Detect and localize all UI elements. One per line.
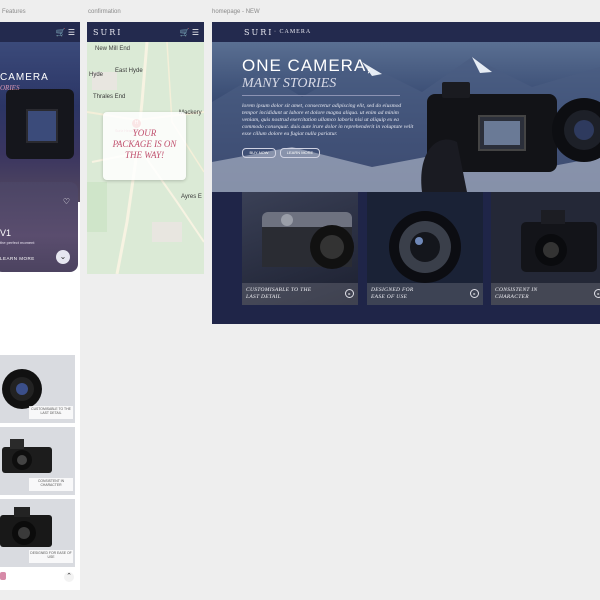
features-hero-subtitle: ORIES [0, 84, 20, 92]
map-town: New Mill End [95, 46, 131, 52]
tile-label: CONSISTENT IN [495, 287, 538, 293]
confirmation-line: PACKAGE IS ON [112, 139, 177, 149]
confirmation-line: THE WAY! [124, 150, 165, 160]
brand-logo[interactable]: SURI [244, 28, 273, 37]
feature-card[interactable]: ♡ V1 the perfect moment LEARN MORE ⌄ [0, 182, 78, 272]
features-frame: 🛒 ☰ CAMERA ORIES ♡ V1 the perfect moment … [0, 22, 80, 590]
frame-label-features: Features [2, 9, 26, 15]
confirmation-line: YOUR [132, 128, 157, 138]
arrow-right-icon[interactable]: ▸ [345, 289, 354, 298]
confirmation-navbar: SURI 🛒 ☰ [87, 22, 204, 42]
features-hero-title: CAMERA [0, 72, 49, 83]
feature-thumb-camera[interactable]: DESIGNED FOR EASE OF USE [0, 499, 75, 567]
map-town: Hyde [89, 72, 104, 78]
confirmation-card: YOUR PACKAGE IS ON THE WAY! [103, 112, 186, 180]
menu-icon[interactable]: ☰ [68, 28, 75, 37]
feature-thumb-label: CUSTOMISABLE TO THE LAST DETAIL [29, 406, 73, 419]
camera-back-image [6, 89, 74, 159]
menu-icon[interactable]: ☰ [192, 28, 199, 37]
feature-thumb-label: DESIGNED FOR EASE OF USE [29, 550, 73, 563]
tile-label: CUSTOMISABLE TO THE [246, 287, 312, 293]
tile-label: LAST DETAIL [246, 293, 282, 300]
confirmation-frame: SURI 🛒 ☰ New Mill End East Hyde Hyde Thra… [87, 22, 204, 274]
features-navbar: 🛒 ☰ [0, 22, 80, 42]
heart-icon[interactable]: ♡ [63, 197, 70, 206]
cart-icon[interactable]: 🛒 [56, 28, 66, 37]
map-town: Ayres E [181, 194, 202, 200]
feature-card-title: V1 [0, 228, 12, 238]
feature-thumb-label: CONSISTENT IN CHARACTER [29, 478, 73, 491]
chevron-down-icon[interactable]: ⌄ [56, 250, 70, 264]
learn-more-button[interactable]: LEARN MORE [280, 148, 320, 158]
homepage-body-text: lorem ipsum dolor sit amet, consectetur … [242, 103, 414, 137]
feature-card-text: the perfect moment [0, 240, 35, 245]
homepage-navbar: SURI · CAMERA [212, 22, 600, 42]
chevron-up-icon[interactable]: ⌃ [64, 572, 74, 582]
brand-logo[interactable]: SURI [93, 28, 122, 37]
features-hero: CAMERA ORIES [0, 42, 80, 202]
cart-icon[interactable]: 🛒 [180, 28, 190, 37]
map-town: Thrales End [93, 94, 126, 100]
feature-thumb-lens[interactable]: CUSTOMISABLE TO THE LAST DETAIL [0, 355, 75, 423]
frame-label-confirmation: confirmation [88, 9, 121, 15]
map-town: East Hyde [115, 68, 143, 74]
tile-label: CHARACTER [495, 293, 529, 300]
tile-label: EASE OF USE [371, 293, 408, 300]
frame-label-homepage: homepage - NEW [212, 9, 260, 15]
arrow-right-icon[interactable]: ▸ [470, 289, 479, 298]
color-swatch[interactable] [0, 572, 6, 580]
feature-tile-consistent[interactable]: CONSISTENT IN CHARACTER ▸ [491, 192, 600, 305]
feature-tile-customisable[interactable]: CUSTOMISABLE TO THE LAST DETAIL ▸ [242, 192, 358, 305]
brand-logo-suffix: · CAMERA [274, 29, 312, 35]
homepage-subtitle: MANY STORIES [242, 76, 337, 91]
homepage-frame: SURI · CAMERA ONE CAMERA, MANY STORIES l… [212, 22, 600, 324]
learn-more-link[interactable]: LEARN MORE [0, 256, 35, 261]
feature-tile-designed[interactable]: DESIGNED FOR EASE OF USE ▸ [367, 192, 483, 305]
buy-now-button[interactable]: BUY NOW [242, 148, 276, 158]
tile-label: DESIGNED FOR [371, 287, 414, 293]
divider [242, 95, 400, 96]
arrow-right-icon[interactable]: ▸ [594, 289, 600, 298]
homepage-title: ONE CAMERA, [242, 56, 373, 75]
homepage-hero: ONE CAMERA, MANY STORIES lorem ipsum dol… [212, 42, 600, 192]
feature-thumb-body[interactable]: CONSISTENT IN CHARACTER [0, 427, 75, 495]
